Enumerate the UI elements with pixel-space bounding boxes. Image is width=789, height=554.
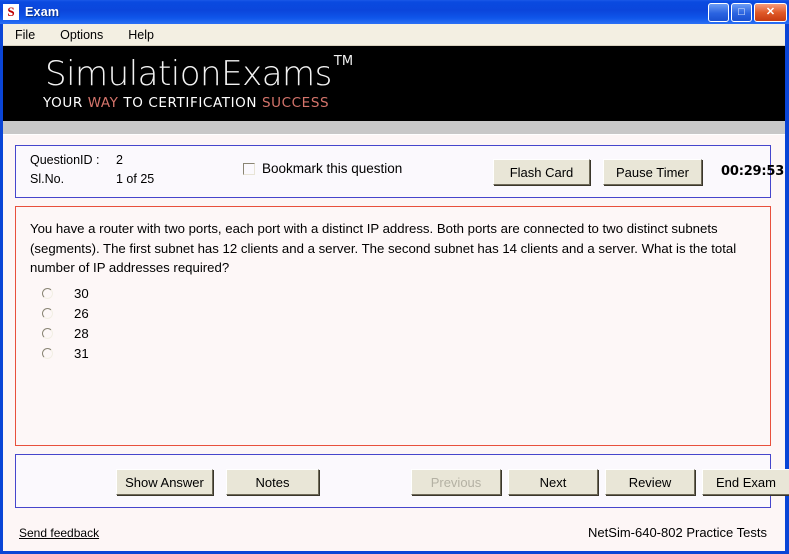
tagline-part-1: WAY xyxy=(87,95,119,111)
navigation-panel: Show Answer Notes Previous Next Review E… xyxy=(15,454,789,508)
answer-option-label: 28 xyxy=(74,325,89,341)
answer-option[interactable]: 26 xyxy=(42,303,89,323)
menu-item-help[interactable]: Help xyxy=(128,26,165,44)
maximize-button[interactable]: □ xyxy=(731,2,752,22)
footer: Send feedback NetSim-640-802 Practice Te… xyxy=(3,521,785,551)
question-id-label: QuestionID : xyxy=(30,153,100,167)
end-exam-button[interactable]: End Exam xyxy=(702,469,789,495)
timer-display: 00:29:53 xyxy=(721,164,785,179)
question-id-value: 2 xyxy=(116,153,123,167)
slno-label: Sl.No. xyxy=(30,172,65,186)
app-icon: S xyxy=(3,4,19,20)
review-button[interactable]: Review xyxy=(605,469,695,495)
exam-window: S Exam _ □ ✕ File Options Help Simulatio… xyxy=(0,0,789,554)
pause-timer-button[interactable]: Pause Timer xyxy=(603,159,702,185)
answer-option[interactable]: 28 xyxy=(42,323,89,343)
radio-icon[interactable] xyxy=(42,327,53,339)
radio-icon[interactable] xyxy=(42,347,53,359)
tagline-part-0: YOUR xyxy=(43,95,88,111)
bookmark-label: Bookmark this question xyxy=(262,161,403,176)
tagline-part-3: SUCCESS xyxy=(261,95,330,111)
maximize-icon: □ xyxy=(738,5,745,18)
trademark-mark: TM xyxy=(333,53,354,69)
bookmark-checkbox[interactable] xyxy=(243,162,255,175)
brand-logo: SimulationExams TM xyxy=(45,51,354,97)
brand-name: SimulationExams xyxy=(45,54,332,94)
minimize-icon: _ xyxy=(714,6,723,23)
menu-item-file[interactable]: File xyxy=(15,26,46,44)
product-label: NetSim-640-802 Practice Tests xyxy=(588,525,767,540)
answer-option[interactable]: 30 xyxy=(42,283,89,303)
menu-item-options[interactable]: Options xyxy=(60,26,114,44)
flash-card-button[interactable]: Flash Card xyxy=(493,159,590,185)
slno-value: 1 of 25 xyxy=(116,172,155,186)
window-title: Exam xyxy=(25,5,60,19)
next-button[interactable]: Next xyxy=(508,469,598,495)
close-button[interactable]: ✕ xyxy=(754,2,787,22)
radio-icon[interactable] xyxy=(42,287,53,299)
notes-button[interactable]: Notes xyxy=(226,469,319,495)
answer-option[interactable]: 31 xyxy=(42,343,89,363)
bookmark-checkbox-row[interactable]: Bookmark this question xyxy=(243,161,402,176)
answer-option-label: 30 xyxy=(74,285,89,301)
minimize-button[interactable]: _ xyxy=(708,2,729,23)
answer-option-label: 26 xyxy=(74,305,89,321)
answer-option-label: 31 xyxy=(74,345,89,361)
menu-bar: File Options Help xyxy=(3,24,785,46)
radio-icon[interactable] xyxy=(42,307,53,319)
show-answer-button[interactable]: Show Answer xyxy=(116,469,213,495)
question-text: You have a router with two ports, each p… xyxy=(30,221,737,275)
question-info-panel: QuestionID : 2 Sl.No. 1 of 25 Bookmark t… xyxy=(15,145,784,198)
close-icon: ✕ xyxy=(765,5,776,18)
question-panel: You have a router with two ports, each p… xyxy=(15,206,771,446)
brand-banner: SimulationExams TM YOUR WAY TO CERTIFICAT… xyxy=(3,46,785,121)
previous-button: Previous xyxy=(411,469,501,495)
tagline-part-2: TO CERTIFICATION xyxy=(118,95,262,111)
answer-options-list: 30 26 28 31 xyxy=(42,283,89,363)
title-bar: S Exam _ □ ✕ xyxy=(0,0,789,24)
send-feedback-link[interactable]: Send feedback xyxy=(19,526,99,540)
brand-tagline: YOUR WAY TO CERTIFICATION SUCCESS xyxy=(43,95,329,111)
banner-divider xyxy=(3,121,785,135)
